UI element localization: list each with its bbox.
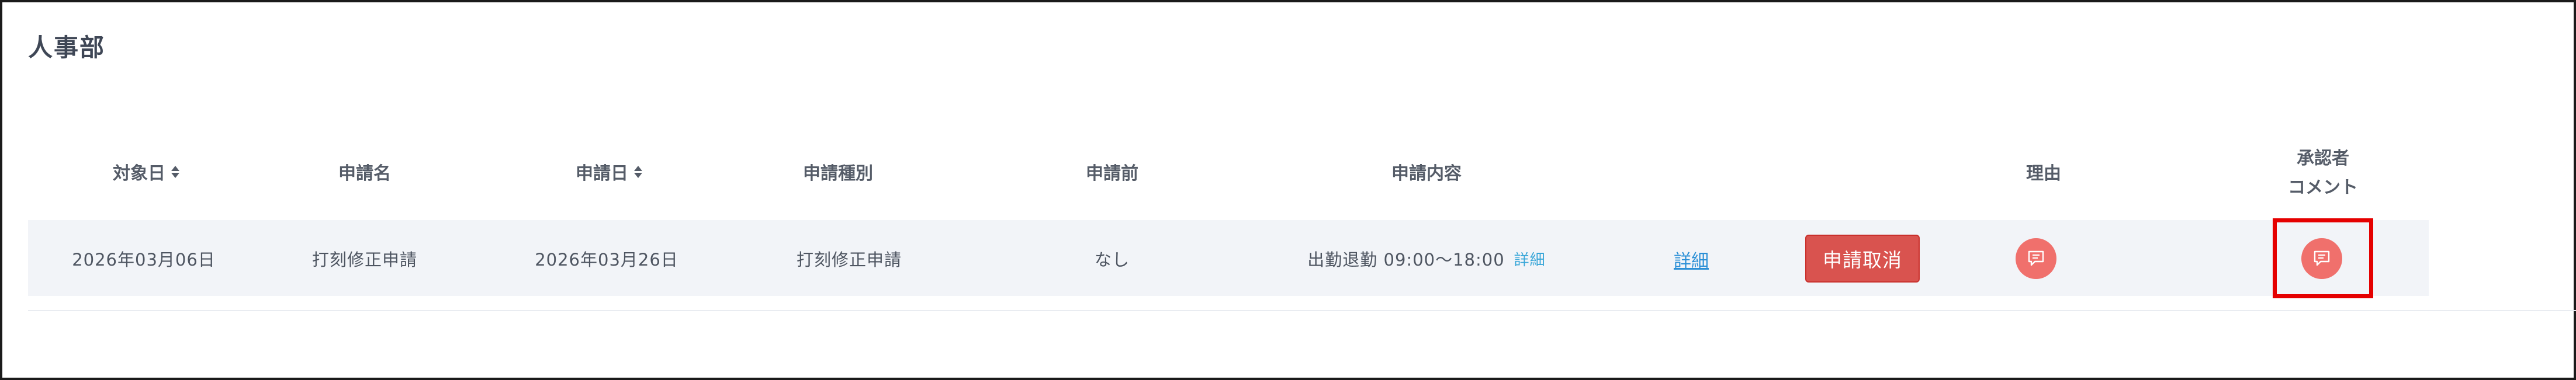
header-approver-comment-line2: コメント bbox=[2288, 177, 2358, 198]
header-reason-label: 理由 bbox=[2026, 163, 2061, 184]
cell-request-content: 出勤退勤 09:00～18:00 詳細 bbox=[1307, 246, 1545, 271]
header-request-type: 申請種別 bbox=[803, 159, 873, 184]
detail-link[interactable]: 詳細 bbox=[1674, 246, 1709, 272]
cell-request-date: 2026年03月26日 bbox=[535, 250, 678, 270]
row-divider bbox=[28, 310, 2576, 311]
header-approver-comment-line1: 承認者 bbox=[2297, 148, 2349, 169]
header-reason: 理由 bbox=[2026, 159, 2061, 184]
header-request-date-label: 申請日 bbox=[576, 163, 628, 184]
highlight-box bbox=[2273, 218, 2373, 298]
header-request-date[interactable]: 申請日 bbox=[576, 159, 642, 184]
cell-request-type: 打刻修正申請 bbox=[796, 250, 902, 270]
cell-request-name: 打刻修正申請 bbox=[311, 250, 418, 270]
header-target-date-label: 対象日 bbox=[113, 163, 165, 184]
header-target-date[interactable]: 対象日 bbox=[113, 159, 179, 184]
header-request-type-label: 申請種別 bbox=[803, 163, 873, 184]
cell-target-date: 2026年03月06日 bbox=[72, 250, 216, 270]
header-request-content-label: 申請内容 bbox=[1391, 163, 1462, 184]
sort-icon[interactable] bbox=[634, 165, 642, 178]
header-request-name-label: 申請名 bbox=[338, 163, 391, 184]
window-frame: 人事部 対象日 申請名 申請日 申請種別 申請前 申請内容 理由 承認者 コメン… bbox=[0, 0, 2576, 380]
sort-icon[interactable] bbox=[171, 165, 179, 178]
header-approver-comment: 承認者 コメント bbox=[2288, 144, 2358, 203]
reason-button[interactable] bbox=[2016, 238, 2056, 279]
section-title: 人事部 bbox=[28, 33, 106, 62]
header-request-content: 申請内容 bbox=[1391, 159, 1462, 184]
request-content-text: 出勤退勤 09:00～18:00 bbox=[1307, 250, 1505, 270]
header-request-name: 申請名 bbox=[338, 159, 391, 184]
cancel-request-button[interactable]: 申請取消 bbox=[1805, 235, 1920, 283]
message-icon bbox=[2028, 250, 2044, 266]
request-content-detail-link[interactable]: 詳細 bbox=[1514, 248, 1546, 270]
cell-before-request: なし bbox=[1094, 250, 1130, 270]
header-before-request: 申請前 bbox=[1086, 159, 1138, 184]
header-before-request-label: 申請前 bbox=[1086, 163, 1138, 184]
